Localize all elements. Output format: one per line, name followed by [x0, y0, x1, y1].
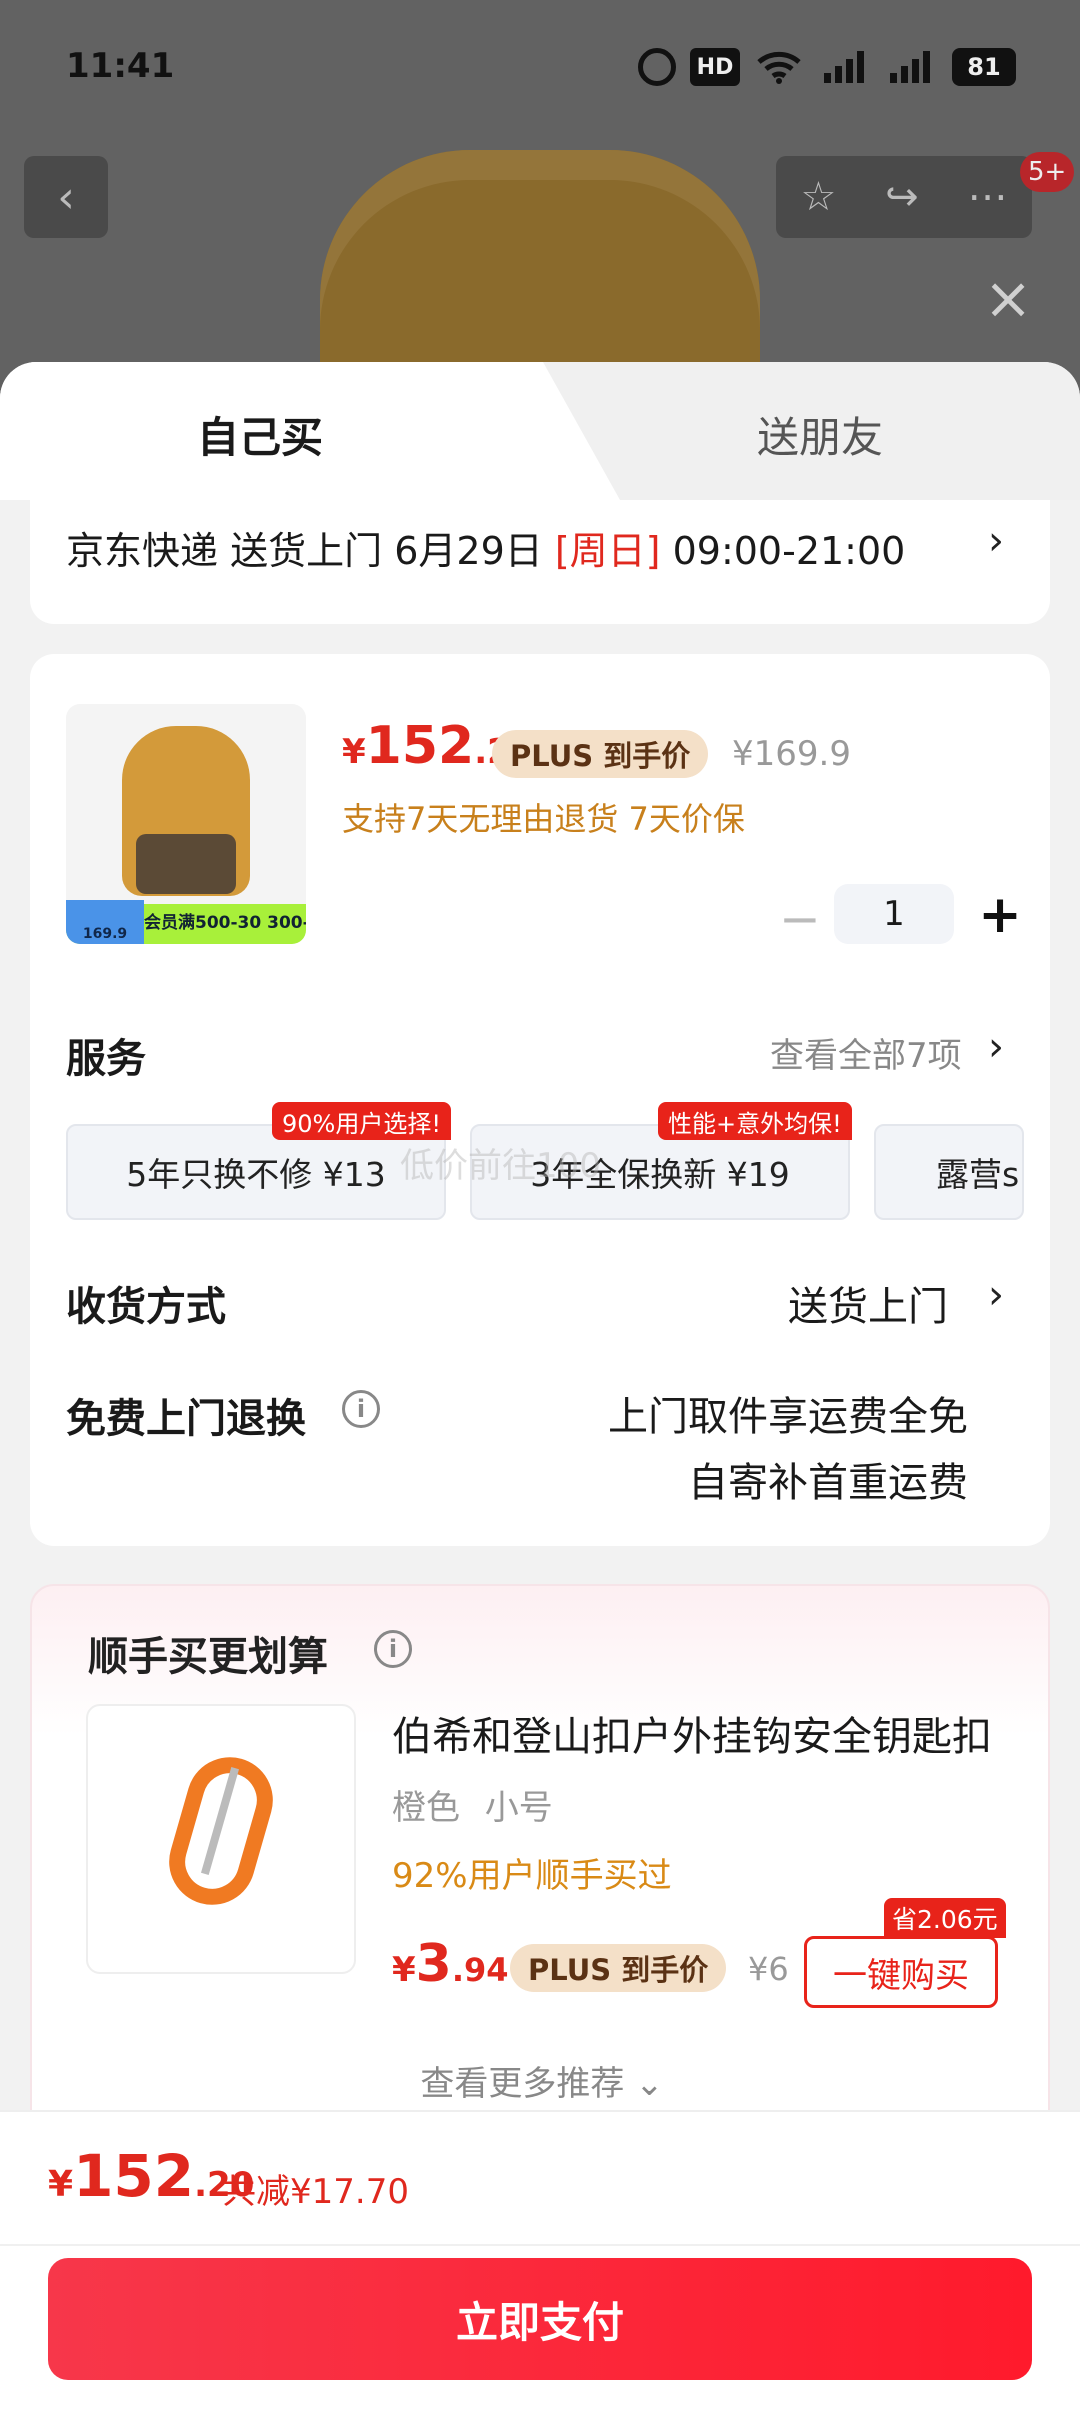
return-policy: 支持7天无理由退货 7天价保 [342, 800, 745, 838]
alarm-icon [638, 48, 676, 86]
quantity-minus-button[interactable]: − [772, 892, 828, 948]
signal-icon [816, 48, 872, 86]
price-integer: 152 [73, 2142, 195, 2210]
tab-label: 送朋友 [756, 413, 883, 462]
back-icon: ‹ [57, 171, 75, 223]
backpack-image [320, 150, 760, 380]
price-integer: 152 [365, 716, 475, 776]
star-icon[interactable]: ☆ [800, 174, 836, 220]
pay-now-button[interactable]: 立即支付 [48, 2258, 1032, 2380]
recommendation-spec: 橙色 小号 [392, 1788, 553, 1828]
service-option[interactable]: 露营s [874, 1124, 1024, 1220]
return-service-title: 免费上门退换 [66, 1396, 306, 1442]
divider [0, 2244, 1080, 2246]
recommendation-stat: 92%用户顺手买过 [392, 1856, 672, 1896]
notification-badge: 5+ [1020, 152, 1075, 192]
delivery-service: 送货上门 [230, 529, 383, 573]
return-service-line: 自寄补首重运费 [688, 1460, 968, 1506]
plus-price-tag: PLUS 到手价 [510, 1944, 727, 1992]
service-tag: 性能+意外均保! [658, 1102, 852, 1140]
return-service-line: 上门取件享运费全免 [608, 1394, 968, 1440]
more-icon[interactable]: ⋯ [968, 174, 1008, 220]
watermark: 低价前往100 [400, 1146, 601, 1186]
chevron-right-icon: › [988, 1024, 1004, 1070]
tab-label: 自己买 [196, 413, 323, 462]
close-icon[interactable]: × [980, 269, 1036, 327]
service-tag: 90%用户选择! [272, 1102, 451, 1140]
quantity-input[interactable]: 1 [834, 884, 954, 944]
battery-icon: 81 [952, 48, 1016, 86]
services-view-all[interactable]: 查看全部7项 [770, 1028, 962, 1077]
checkout-sheet: 送朋友 自己买 京东快递 送货上门 6月29日 [周日] 09:00-21:00… [0, 362, 1080, 2412]
delivery-weekday: [周日] [554, 529, 661, 573]
delivery-time: 09:00-21:00 [672, 529, 906, 573]
original-price: ¥6 [748, 1950, 789, 1988]
currency-symbol: ¥ [392, 1950, 416, 1990]
delivery-date: 6月29日 [394, 529, 543, 573]
info-icon[interactable]: i [342, 1390, 380, 1428]
chevron-right-icon: › [988, 1272, 1004, 1318]
quantity-plus-button[interactable]: + [970, 886, 1030, 946]
recommendation-name[interactable]: 伯希和登山扣户外挂钩安全钥匙扣 [392, 1704, 992, 1762]
services-title: 服务 [66, 1036, 146, 1082]
thumb-price-badge: 169.9 [66, 900, 144, 944]
price-integer: 3 [415, 1934, 452, 1994]
product-price: ¥152.2 [342, 716, 511, 776]
shipping-value[interactable]: 送货上门 [788, 1274, 948, 1332]
wifi-icon [754, 48, 804, 86]
recommendation-title: 顺手买更划算 [88, 1634, 328, 1680]
header-actions: ☆ ↪ ⋯ [776, 156, 1032, 238]
minus-icon: − [779, 890, 821, 948]
info-icon[interactable]: i [374, 1630, 412, 1668]
tab-buy-self[interactable]: 自己买 [0, 362, 540, 500]
recommendation-thumbnail[interactable] [86, 1704, 356, 1974]
currency-symbol: ¥ [342, 732, 366, 772]
thumb-promo-text: 会员满500-30 300-10 [144, 913, 306, 933]
delivery-method: 京东快递 [66, 529, 219, 573]
order-card: 169.9 会员满500-30 300-10 ¥152.2 PLUS 到手价 ¥… [30, 654, 1050, 1546]
recommendation-price: ¥3.94 [392, 1934, 509, 1994]
original-price: ¥169.9 [732, 734, 851, 774]
share-icon[interactable]: ↪ [885, 174, 919, 220]
recommendation-card: 顺手买更划算 i 伯希和登山扣户外挂钩安全钥匙扣 橙色 小号 92%用户顺手买过… [30, 1584, 1050, 2184]
more-recommendations-link[interactable]: 查看更多推荐 ⌄ [32, 2056, 1052, 2105]
checkout-bar: ¥152.20 共减¥17.70 立即支付 [0, 2110, 1080, 2412]
shipping-title: 收货方式 [66, 1284, 226, 1330]
signal-icon [882, 48, 938, 86]
currency-symbol: ¥ [48, 2164, 74, 2205]
hd-icon: HD [690, 48, 740, 86]
backpack-bottom [136, 834, 236, 894]
plus-price-tag: PLUS 到手价 [492, 730, 709, 778]
product-thumbnail[interactable]: 169.9 会员满500-30 300-10 [66, 704, 306, 944]
one-click-buy-button[interactable]: 一键购买 [804, 1936, 998, 2008]
delivery-info: 京东快递 送货上门 6月29日 [周日] 09:00-21:00 [66, 520, 905, 575]
price-decimal: .94 [451, 1951, 509, 1989]
status-time: 11:41 [66, 46, 175, 86]
chevron-right-icon: › [988, 518, 1004, 564]
delivery-row[interactable]: 京东快递 送货上门 6月29日 [周日] 09:00-21:00 › [30, 500, 1050, 624]
save-amount-tag: 省2.06元 [884, 1898, 1006, 1938]
plus-icon: + [978, 885, 1022, 945]
back-button[interactable]: ‹ [24, 156, 108, 238]
total-discount: 共减¥17.70 [222, 2172, 409, 2212]
